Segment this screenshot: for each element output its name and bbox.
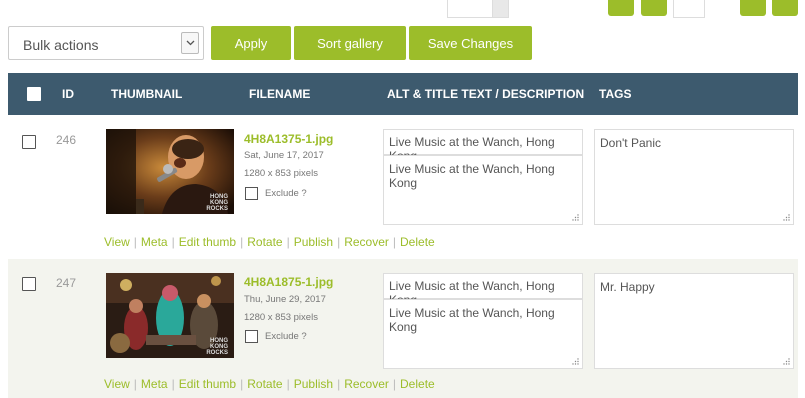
resize-handle-icon[interactable] [783, 214, 790, 221]
description-textarea[interactable]: Live Music at the Wanch, Hong Kong [383, 155, 583, 225]
top-pagination-strip [0, 0, 805, 20]
page-number-input[interactable] [673, 0, 705, 18]
apply-button[interactable]: Apply [211, 26, 291, 60]
delete-link[interactable]: Delete [400, 235, 435, 249]
row-actions: View | Meta | Edit thumb | Rotate | Publish | Reco… [104, 235, 435, 249]
filename-link[interactable]: 4H8A1875-1.jpg [244, 275, 333, 289]
meta-link[interactable]: Meta [141, 235, 168, 249]
exclude-label: Exclude ? [265, 188, 307, 199]
table-row: 246 HONG KONG ROCKS 4H8A1375-1.jpg Sat, … [8, 115, 798, 259]
file-dimensions: 1280 x 853 pixels [244, 168, 318, 179]
tags-textarea[interactable]: Mr. Happy [594, 273, 794, 369]
bulk-actions-label: Bulk actions [23, 37, 99, 53]
tags-textarea[interactable]: Don't Panic [594, 129, 794, 225]
filename-link[interactable]: 4H8A1375-1.jpg [244, 132, 333, 146]
tags-value: Mr. Happy [600, 280, 655, 294]
description-value: Live Music at the Wanch, Hong Kong [389, 162, 555, 190]
exclude-label: Exclude ? [265, 331, 307, 342]
row-actions: View | Meta | Edit thumb | Rotate | Publish | Reco… [104, 377, 435, 391]
column-filename[interactable]: FILENAME [249, 87, 310, 101]
row-checkbox[interactable] [22, 135, 36, 149]
publish-link[interactable]: Publish [294, 377, 333, 391]
image-thumbnail[interactable]: HONG KONG ROCKS [106, 273, 234, 358]
recover-link[interactable]: Recover [344, 235, 389, 249]
row-checkbox[interactable] [22, 277, 36, 291]
prev-page-button[interactable] [641, 0, 667, 16]
resize-handle-icon[interactable] [783, 358, 790, 365]
next-page-button[interactable] [740, 0, 766, 16]
view-link[interactable]: View [104, 235, 130, 249]
publish-link[interactable]: Publish [294, 235, 333, 249]
description-textarea[interactable]: Live Music at the Wanch, Hong Kong [383, 299, 583, 369]
row-id: 246 [56, 133, 77, 147]
alt-title-input[interactable]: Live Music at the Wanch, Hong Kong [383, 273, 583, 307]
resize-handle-icon[interactable] [572, 358, 579, 365]
file-date: Sat, June 17, 2017 [244, 150, 324, 161]
view-link[interactable]: View [104, 377, 130, 391]
column-tags: TAGS [599, 87, 632, 101]
column-thumbnail: THUMBNAIL [111, 87, 183, 101]
top-input-stub [492, 0, 508, 17]
chevron-down-icon[interactable] [181, 32, 199, 54]
rotate-link[interactable]: Rotate [247, 377, 282, 391]
exclude-checkbox[interactable] [245, 330, 258, 343]
delete-link[interactable]: Delete [400, 377, 435, 391]
table-row: 247 HONG KONG ROCKS 4H8A1875-1.jpg Thu, … [8, 259, 798, 398]
meta-link[interactable]: Meta [141, 377, 168, 391]
sort-gallery-button[interactable]: Sort gallery [294, 26, 406, 60]
column-id[interactable]: ID [62, 87, 74, 101]
edit-thumb-link[interactable]: Edit thumb [179, 377, 236, 391]
top-input-field[interactable] [447, 0, 509, 18]
tags-value: Don't Panic [600, 136, 661, 150]
file-date: Thu, June 29, 2017 [244, 294, 326, 305]
row-id: 247 [56, 276, 77, 290]
resize-handle-icon[interactable] [572, 214, 579, 221]
column-alt-title: ALT & TITLE TEXT / DESCRIPTION [387, 87, 585, 101]
description-value: Live Music at the Wanch, Hong Kong [389, 306, 555, 334]
rotate-link[interactable]: Rotate [247, 235, 282, 249]
edit-thumb-link[interactable]: Edit thumb [179, 235, 236, 249]
image-thumbnail[interactable]: HONG KONG ROCKS [106, 129, 234, 214]
thumbnail-watermark: HONG KONG ROCKS [206, 338, 228, 356]
table-header: ID THUMBNAIL FILENAME ALT & TITLE TEXT /… [8, 73, 798, 115]
first-page-button[interactable] [608, 0, 634, 16]
select-all-checkbox[interactable] [27, 87, 41, 101]
alt-title-input[interactable]: Live Music at the Wanch, Hong Kong [383, 129, 583, 163]
thumbnail-watermark: HONG KONG ROCKS [206, 194, 228, 212]
exclude-checkbox[interactable] [245, 187, 258, 200]
bulk-actions-select[interactable]: Bulk actions [8, 26, 204, 60]
recover-link[interactable]: Recover [344, 377, 389, 391]
file-dimensions: 1280 x 853 pixels [244, 312, 318, 323]
save-changes-button[interactable]: Save Changes [409, 26, 532, 60]
last-page-button[interactable] [772, 0, 798, 16]
